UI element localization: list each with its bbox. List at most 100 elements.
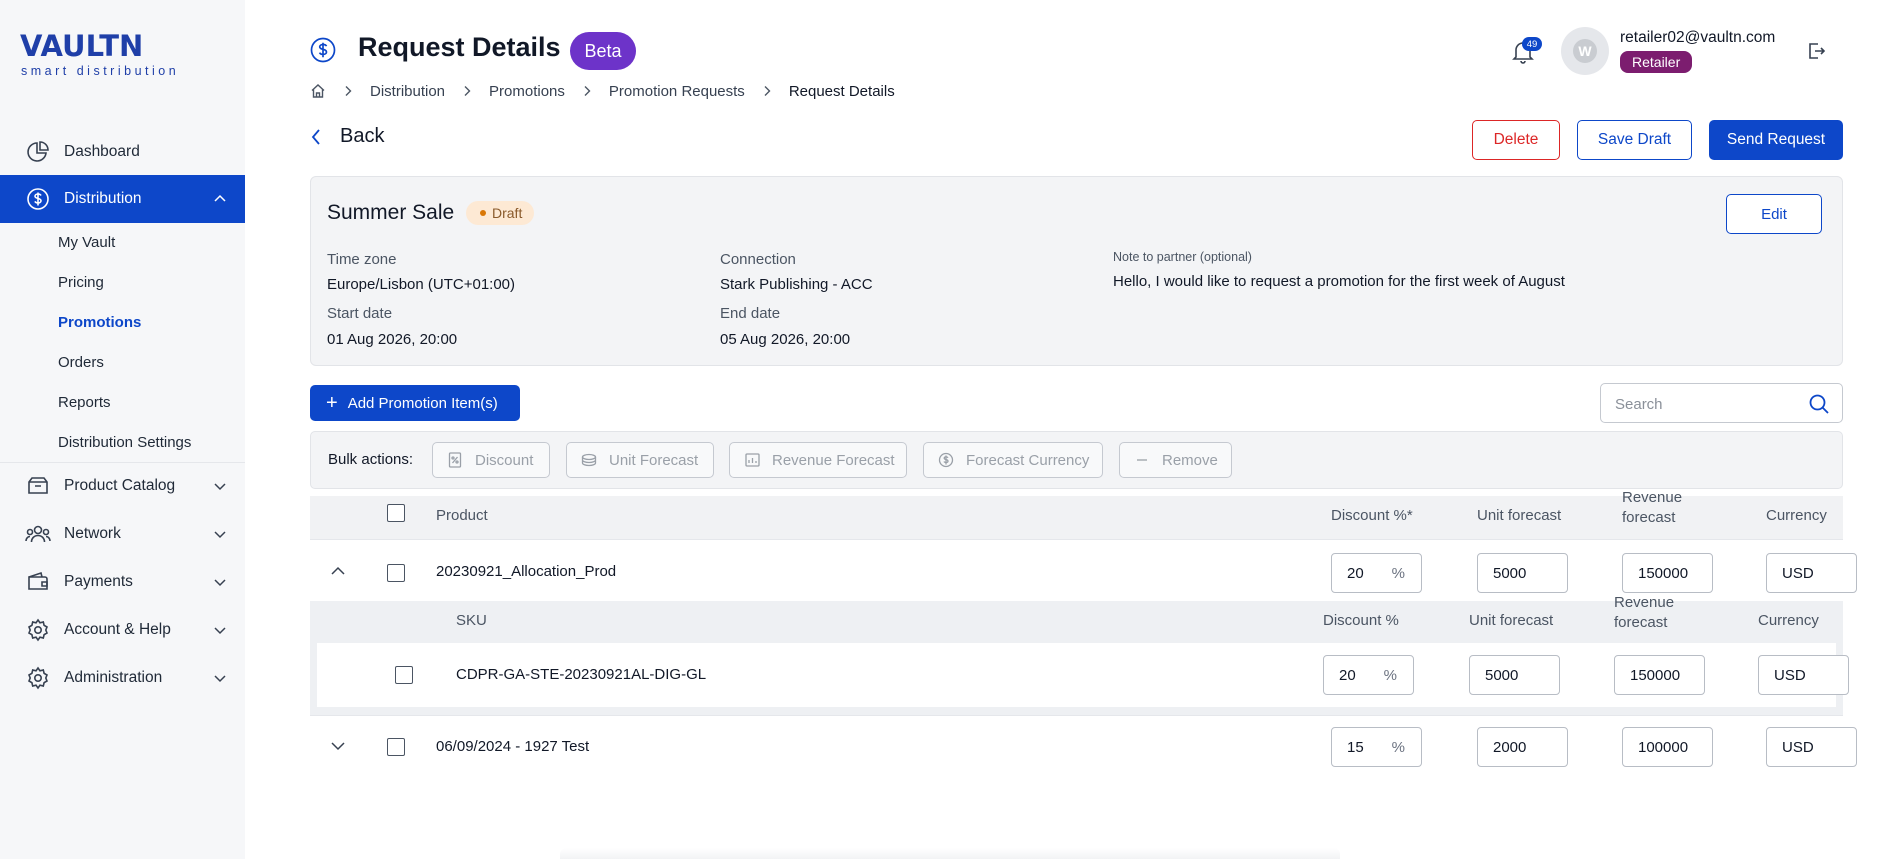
sku-discount-value: 20 — [1339, 666, 1356, 684]
currency-input[interactable]: USD — [1766, 553, 1857, 593]
discount-input[interactable]: 15 % — [1331, 727, 1422, 767]
wallet-icon — [25, 569, 51, 595]
unit-forecast-input[interactable]: 2000 — [1477, 727, 1568, 767]
chevron-down-icon — [214, 675, 226, 683]
column-header-sku: SKU — [456, 612, 487, 629]
discount-input[interactable]: 20 % — [1331, 553, 1422, 593]
sidebar-item-label: Account & Help — [64, 621, 171, 638]
avatar[interactable]: W — [1561, 27, 1609, 75]
connection-value: Stark Publishing - ACC — [720, 276, 873, 293]
column-header-revenue-forecast: Revenue forecast — [1622, 489, 1683, 526]
back-label: Back — [340, 125, 385, 147]
row-checkbox[interactable] — [387, 738, 405, 756]
search-icon[interactable] — [1808, 393, 1830, 415]
sidebar-subitem-my-vault[interactable]: My Vault — [58, 232, 115, 254]
sku-revenue-forecast-input[interactable]: 150000 — [1614, 655, 1705, 695]
scroll-shadow — [560, 848, 1340, 859]
column-header-sku-revenue-forecast: Revenue forecast — [1614, 594, 1675, 631]
chevron-down-icon[interactable] — [330, 738, 346, 754]
currency-input[interactable]: USD — [1766, 727, 1857, 767]
connection-label: Connection — [720, 251, 796, 268]
table-row: 06/09/2024 - 1927 Test 15 % 2000 100000 … — [310, 716, 1857, 780]
promotion-name: Summer Sale — [327, 201, 455, 224]
discount-tag-icon — [447, 452, 463, 468]
sidebar-item-dashboard[interactable]: Dashboard — [0, 128, 245, 176]
end-date-value: 05 Aug 2026, 20:00 — [720, 331, 851, 348]
start-date-value: 01 Aug 2026, 20:00 — [327, 331, 458, 348]
save-draft-button[interactable]: Save Draft — [1577, 120, 1692, 160]
chevron-right-icon — [565, 85, 609, 97]
sidebar-subitem-reports[interactable]: Reports — [58, 392, 111, 414]
sidebar-item-administration[interactable]: Administration — [0, 654, 245, 702]
sku-currency-input[interactable]: USD — [1758, 655, 1849, 695]
chevron-down-icon — [214, 483, 226, 491]
sidebar-subitem-promotions[interactable]: Promotions — [58, 312, 141, 334]
percent-suffix: % — [1391, 564, 1405, 582]
sidebar-item-label: Payments — [64, 573, 133, 590]
bulk-remove-button[interactable]: Remove — [1119, 442, 1232, 478]
timezone-value: Europe/Lisbon (UTC+01:00) — [327, 276, 516, 293]
revenue-forecast-input[interactable]: 100000 — [1622, 727, 1713, 767]
home-icon[interactable] — [310, 83, 326, 99]
sku-row-checkbox[interactable] — [395, 666, 413, 684]
catalog-icon — [25, 473, 51, 499]
edit-button[interactable]: Edit — [1726, 194, 1822, 234]
sidebar-item-label: Distribution — [64, 190, 142, 207]
dollar-circle-icon — [310, 37, 336, 63]
minus-icon — [1134, 452, 1150, 468]
column-header-product: Product — [436, 507, 488, 524]
breadcrumb-distribution[interactable]: Distribution — [370, 83, 445, 100]
vaultn-logo[interactable]: VAULTN smart distribution — [20, 32, 180, 79]
end-date-label: End date — [720, 305, 781, 322]
chart-icon — [744, 452, 760, 468]
discount-value: 15 — [1347, 738, 1364, 756]
column-header-sku-currency: Currency — [1758, 612, 1819, 629]
sidebar-item-label: Network — [64, 525, 121, 542]
send-request-button[interactable]: Send Request — [1709, 120, 1843, 160]
sidebar-item-payments[interactable]: Payments — [0, 558, 245, 606]
breadcrumb-promotions[interactable]: Promotions — [489, 83, 565, 100]
status-badge: Draft — [466, 201, 535, 225]
sidebar-item-distribution[interactable]: Distribution — [0, 175, 245, 223]
sku-discount-input[interactable]: 20 % — [1323, 655, 1414, 695]
select-all-checkbox[interactable] — [387, 504, 405, 522]
sidebar-item-account-help[interactable]: Account & Help — [0, 606, 245, 654]
sidebar-subitem-pricing[interactable]: Pricing — [58, 272, 104, 294]
chevron-up-icon[interactable] — [330, 563, 346, 579]
breadcrumb: Distribution Promotions Promotion Reques… — [310, 80, 895, 102]
sidebar-subitem-orders[interactable]: Orders — [58, 352, 104, 374]
column-header-sku-unit-forecast: Unit forecast — [1469, 612, 1554, 629]
breadcrumb-promotion-requests[interactable]: Promotion Requests — [609, 83, 745, 100]
sidebar-item-network[interactable]: Network — [0, 510, 245, 558]
row-checkbox[interactable] — [387, 564, 405, 582]
sidebar-item-product-catalog[interactable]: Product Catalog — [0, 462, 245, 510]
sku-unit-forecast-input[interactable]: 5000 — [1469, 655, 1560, 695]
chevron-right-icon — [326, 85, 370, 97]
logout-icon[interactable] — [1806, 41, 1826, 61]
delete-button[interactable]: Delete — [1472, 120, 1560, 160]
chevron-left-icon — [311, 128, 320, 145]
back-button[interactable]: Back — [310, 125, 384, 148]
sidebar-item-label: Dashboard — [64, 143, 140, 160]
search-input[interactable] — [1615, 393, 1805, 415]
bulk-discount-button[interactable]: Discount — [432, 442, 550, 478]
chevron-down-icon — [214, 627, 226, 635]
bulk-unit-forecast-button[interactable]: Unit Forecast — [566, 442, 714, 478]
unit-forecast-input[interactable]: 5000 — [1477, 553, 1568, 593]
bulk-unit-forecast-label: Unit Forecast — [609, 451, 699, 469]
sidebar: VAULTN smart distribution Dashboard Dist… — [0, 0, 245, 859]
chevron-up-icon — [214, 194, 226, 202]
column-header-unit-forecast: Unit forecast — [1477, 507, 1562, 524]
note-value: Hello, I would like to request a promoti… — [1113, 273, 1565, 290]
add-promotion-items-button[interactable]: + Add Promotion Item(s) — [310, 385, 520, 421]
search-box[interactable] — [1600, 383, 1843, 423]
revenue-forecast-input[interactable]: 150000 — [1622, 553, 1713, 593]
bulk-actions-label: Bulk actions: — [328, 451, 414, 468]
gear-icon — [25, 665, 51, 691]
note-label: Note to partner (optional) — [1113, 250, 1252, 264]
bulk-revenue-forecast-button[interactable]: Revenue Forecast — [729, 442, 907, 478]
bulk-forecast-currency-button[interactable]: Forecast Currency — [923, 442, 1103, 478]
sidebar-subitem-distribution-settings[interactable]: Distribution Settings — [58, 432, 191, 454]
dollar-circle-icon — [25, 186, 51, 212]
bulk-remove-label: Remove — [1162, 451, 1218, 469]
